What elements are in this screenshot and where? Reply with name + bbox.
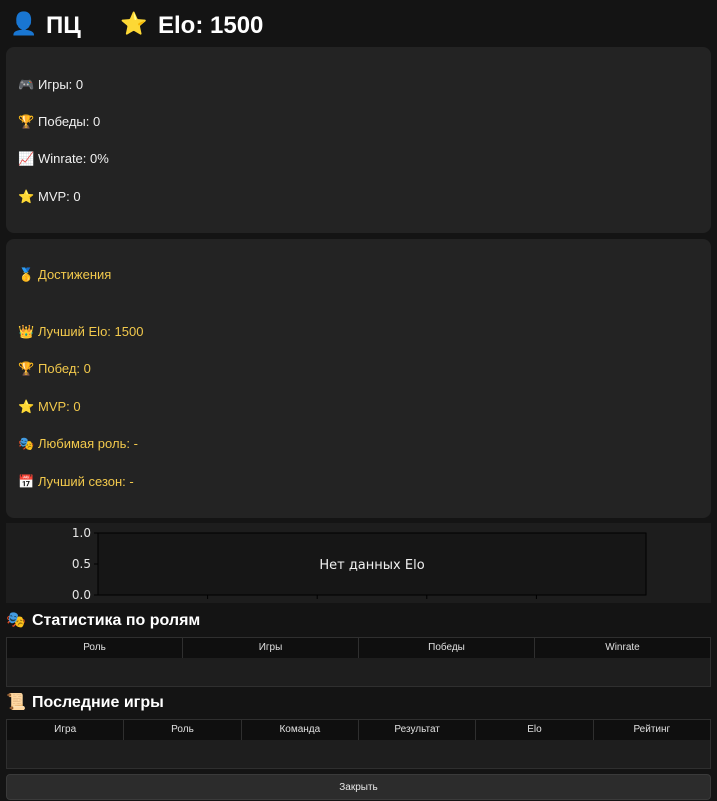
achievements-panel: 🥇 Достижения 👑 Лучший Elo: 1500 🏆 Побед:… — [6, 239, 711, 518]
roles-table[interactable]: Роль Игры Победы Winrate — [6, 637, 711, 687]
stat-wins-label: Победы: 0 — [38, 114, 101, 129]
achievement-mvp-label: MVP: 0 — [38, 399, 81, 414]
y-tick-label: 0.5 — [72, 557, 91, 571]
achievement-favorite-role: 🎭 Любимая роль: - — [18, 436, 138, 451]
roles-section-title: 🎭 Статистика по ролям — [6, 612, 200, 630]
elo-chart-svg: 1.0 0.5 0.0 Нет данных Elo — [72, 526, 647, 602]
recent-games-section-title-label: Последние игры — [32, 694, 164, 711]
achievement-mvp: ⭐ MVP: 0 — [18, 399, 81, 414]
column-header-game[interactable]: Игра — [7, 720, 125, 740]
gamepad-icon: 🎮 — [18, 77, 35, 92]
achievement-best-season: 📅 Лучший сезон: - — [18, 474, 134, 489]
column-header-winrate[interactable]: Winrate — [535, 638, 710, 658]
theater-masks-icon: 🎭 — [18, 436, 35, 451]
elo-chart: 1.0 0.5 0.0 Нет данных Elo — [6, 523, 711, 603]
star-icon: ⭐ — [18, 399, 35, 414]
y-tick-label: 0.0 — [72, 588, 91, 602]
column-header-role[interactable]: Роль — [124, 720, 242, 740]
star-icon: ⭐ — [120, 11, 148, 36]
stat-winrate: 📈 Winrate: 0% — [18, 151, 109, 166]
column-header-role[interactable]: Роль — [7, 638, 183, 658]
chart-empty-message: Нет данных Elo — [319, 558, 424, 573]
stat-wins: 🏆 Победы: 0 — [18, 114, 100, 129]
column-header-games[interactable]: Игры — [183, 638, 359, 658]
player-name: ПЦ — [46, 12, 81, 39]
stat-mvp: ⭐ MVP: 0 — [18, 189, 81, 204]
achievements-title: 🥇 Достижения — [18, 267, 111, 282]
theater-masks-icon: 🎭 — [6, 612, 26, 629]
profile-header: 👤 ПЦ ⭐ Elo: 1500 — [0, 0, 717, 48]
stat-games: 🎮 Игры: 0 — [18, 77, 83, 92]
column-header-result[interactable]: Результат — [359, 720, 477, 740]
achievements-title-label: Достижения — [38, 267, 112, 282]
column-header-team[interactable]: Команда — [242, 720, 359, 740]
roles-section-title-label: Статистика по ролям — [32, 612, 201, 629]
stats-panel: 🎮 Игры: 0 🏆 Победы: 0 📈 Winrate: 0% ⭐ MV… — [6, 47, 711, 233]
stat-mvp-label: MVP: 0 — [38, 189, 81, 204]
column-header-elo[interactable]: Elo — [476, 720, 594, 740]
calendar-icon: 📅 — [18, 474, 35, 489]
achievement-best-season-label: Лучший сезон: - — [38, 474, 134, 489]
star-icon: ⭐ — [18, 189, 35, 204]
chart-up-icon: 📈 — [18, 151, 35, 166]
scroll-icon: 📜 — [6, 694, 26, 711]
user-icon: 👤 — [10, 11, 38, 36]
trophy-icon: 🏆 — [18, 361, 35, 376]
medal-icon: 🥇 — [18, 267, 35, 282]
stat-winrate-label: Winrate: 0% — [38, 151, 109, 166]
trophy-icon: 🏆 — [18, 114, 35, 129]
crown-icon: 👑 — [18, 324, 35, 339]
column-header-wins[interactable]: Победы — [359, 638, 535, 658]
roles-table-header: Роль Игры Победы Winrate — [7, 638, 710, 658]
achievement-favorite-role-label: Любимая роль: - — [38, 436, 138, 451]
achievement-wins-label: Побед: 0 — [38, 361, 91, 376]
recent-games-section-title: 📜 Последние игры — [6, 694, 164, 712]
achievement-best-elo-label: Лучший Elo: 1500 — [38, 324, 144, 339]
y-tick-label: 1.0 — [72, 526, 91, 540]
elo-rating: Elo: 1500 — [158, 12, 264, 39]
achievement-wins: 🏆 Побед: 0 — [18, 361, 91, 376]
achievement-best-elo: 👑 Лучший Elo: 1500 — [18, 324, 143, 339]
stat-games-label: Игры: 0 — [38, 77, 84, 92]
recent-games-table-header: Игра Роль Команда Результат Elo Рейтинг — [7, 720, 710, 740]
column-header-rating[interactable]: Рейтинг — [594, 720, 710, 740]
recent-games-table[interactable]: Игра Роль Команда Результат Elo Рейтинг — [6, 719, 711, 769]
close-button[interactable]: Закрыть — [6, 774, 711, 800]
